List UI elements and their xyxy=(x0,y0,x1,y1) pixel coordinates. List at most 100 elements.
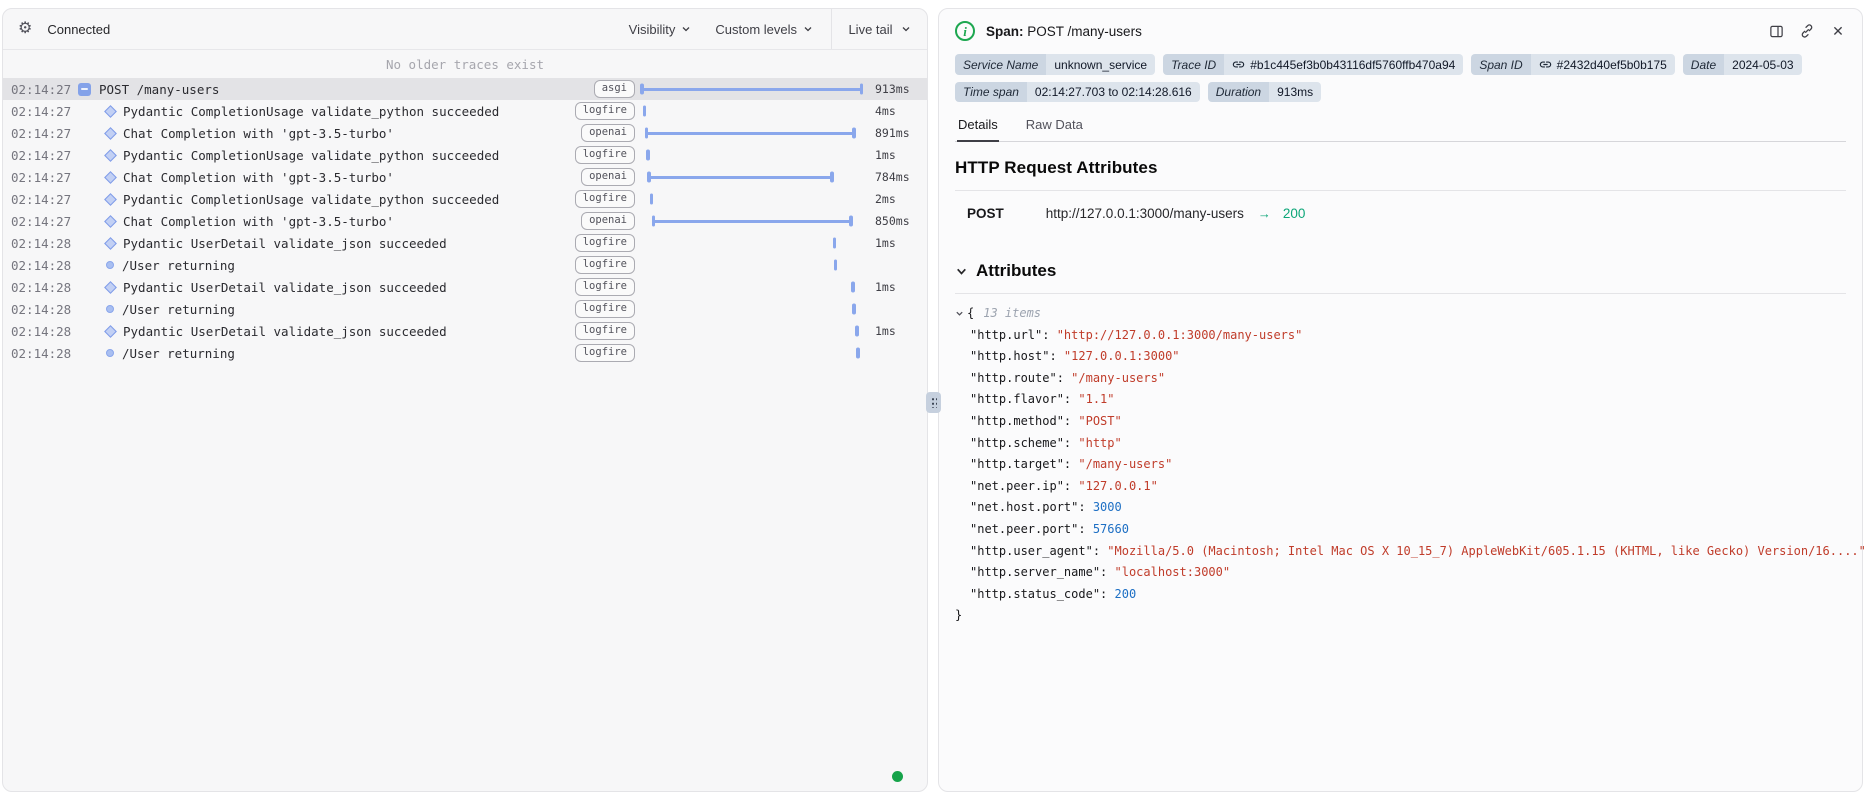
span-title-prefix: Span: xyxy=(986,24,1024,39)
collapse-minus-icon[interactable] xyxy=(78,83,91,96)
live-tail-dropdown[interactable]: Live tail xyxy=(831,9,927,49)
custom-levels-dropdown[interactable]: Custom levels xyxy=(715,22,813,37)
attribute-entry: "http.method": "POST" xyxy=(955,411,1846,433)
tab-details[interactable]: Details xyxy=(957,117,999,142)
row-duration: 1ms xyxy=(863,280,923,294)
duration-tick xyxy=(833,238,837,249)
attribute-entry: "net.peer.port": 57660 xyxy=(955,519,1846,541)
custom-levels-label: Custom levels xyxy=(715,22,797,37)
bar-start-tick xyxy=(652,216,656,227)
badge-value: #b1c445ef3b0b43116df5760ffb470a94 xyxy=(1224,54,1463,75)
row-timestamp: 02:14:28 xyxy=(3,258,65,273)
scope-tag: logfire xyxy=(575,190,635,207)
row-timestamp: 02:14:28 xyxy=(3,324,65,339)
copy-link-icon[interactable] xyxy=(1799,23,1815,39)
row-content: /User returning xyxy=(65,346,585,361)
attribute-entry: "http.flavor": "1.1" xyxy=(955,389,1846,411)
meta-badge: Service Name unknown_service xyxy=(955,54,1155,75)
trace-row[interactable]: 02:14:27Pydantic CompletionUsage validat… xyxy=(3,100,927,122)
trace-row[interactable]: 02:14:28/User returninglogfire xyxy=(3,342,927,364)
scope-tag: logfire xyxy=(575,256,635,273)
duration-bar xyxy=(647,176,833,179)
visibility-dropdown[interactable]: Visibility xyxy=(629,22,692,37)
duration-tick xyxy=(834,260,838,271)
duration-tick xyxy=(851,282,855,293)
span-diamond-icon xyxy=(104,127,117,140)
scope-tag: logfire xyxy=(575,102,635,119)
link-icon[interactable] xyxy=(1539,58,1552,71)
span-diamond-icon xyxy=(104,171,117,184)
tab-raw-data[interactable]: Raw Data xyxy=(1025,117,1084,141)
row-label: POST /many-users xyxy=(99,82,219,97)
attribute-entry: "http.server_name": "localhost:3000" xyxy=(955,562,1846,584)
duration-bar xyxy=(640,88,863,91)
attributes-json-tree: { 13 items "http.url": "http://127.0.0.1… xyxy=(955,303,1846,627)
row-duration: 913ms xyxy=(863,82,923,96)
row-content: Pydantic UserDetail validate_json succee… xyxy=(65,280,585,295)
trace-row[interactable]: 02:14:28Pydantic UserDetail validate_jso… xyxy=(3,276,927,298)
trace-row[interactable]: 02:14:27Chat Completion with 'gpt-3.5-tu… xyxy=(3,122,927,144)
row-label: Chat Completion with 'gpt-3.5-turbo' xyxy=(123,126,394,141)
trace-row[interactable]: 02:14:27Chat Completion with 'gpt-3.5-tu… xyxy=(3,210,927,232)
close-icon[interactable]: ✕ xyxy=(1830,23,1846,39)
attribute-value: 200 xyxy=(1115,587,1137,601)
duration-bar xyxy=(645,132,856,135)
badge-value-text: unknown_service xyxy=(1054,59,1147,71)
http-request-attributes-heading: HTTP Request Attributes xyxy=(955,158,1846,178)
attribute-key: "http.flavor": xyxy=(970,392,1078,406)
tree-collapse-chevron-icon[interactable] xyxy=(955,309,964,318)
span-timeline xyxy=(640,166,863,188)
collapse-chevron-icon[interactable] xyxy=(955,265,968,278)
trace-row[interactable]: 02:14:27Pydantic CompletionUsage validat… xyxy=(3,188,927,210)
trace-row[interactable]: 02:14:28Pydantic UserDetail validate_jso… xyxy=(3,320,927,342)
scope-tag: openai xyxy=(581,168,635,185)
span-timeline xyxy=(640,254,863,276)
attribute-value: 57660 xyxy=(1093,522,1129,536)
badge-value-text: #b1c445ef3b0b43116df5760ffb470a94 xyxy=(1250,59,1455,71)
attribute-entry: "http.user_agent": "Mozilla/5.0 (Macinto… xyxy=(955,541,1846,563)
trace-row[interactable]: 02:14:28Pydantic UserDetail validate_jso… xyxy=(3,232,927,254)
duration-tick xyxy=(856,348,860,359)
trace-row[interactable]: 02:14:27Chat Completion with 'gpt-3.5-tu… xyxy=(3,166,927,188)
live-indicator-dot xyxy=(892,771,903,782)
badge-label: Service Name xyxy=(955,54,1046,75)
trace-row[interactable]: 02:14:28/User returninglogfire xyxy=(3,298,927,320)
trace-row[interactable]: 02:14:27POST /many-usersasgi913ms xyxy=(3,78,927,100)
duration-tick xyxy=(646,150,650,161)
attribute-key: "http.method": xyxy=(970,414,1078,428)
trace-row[interactable]: 02:14:27Pydantic CompletionUsage validat… xyxy=(3,144,927,166)
row-label: Pydantic CompletionUsage validate_python… xyxy=(123,104,499,119)
badge-value: unknown_service xyxy=(1046,54,1155,75)
attribute-value: "127.0.0.1" xyxy=(1078,479,1157,493)
bar-end-tick xyxy=(849,216,853,227)
badge-value-text: #2432d40ef5b0b175 xyxy=(1557,59,1667,71)
badge-label: Time span xyxy=(955,82,1027,102)
bar-end-tick xyxy=(830,172,834,183)
span-diamond-icon xyxy=(104,193,117,206)
open-side-panel-icon[interactable] xyxy=(1768,23,1784,39)
panel-resize-handle[interactable] xyxy=(926,392,941,413)
row-content: Pydantic UserDetail validate_json succee… xyxy=(65,236,585,251)
row-duration: 891ms xyxy=(863,126,923,140)
link-icon[interactable] xyxy=(1232,58,1245,71)
span-timeline xyxy=(640,298,863,320)
meta-badge: Duration913ms xyxy=(1208,82,1321,102)
attribute-key: "net.host.port": xyxy=(970,500,1093,514)
span-timeline xyxy=(640,210,863,232)
row-content: Pydantic CompletionUsage validate_python… xyxy=(65,148,585,163)
close-brace: } xyxy=(955,605,1846,627)
row-duration: 1ms xyxy=(863,148,923,162)
attribute-value: "Mozilla/5.0 (Macintosh; Intel Mac OS X … xyxy=(1107,544,1865,558)
http-method: POST xyxy=(967,206,1004,221)
row-timestamp: 02:14:27 xyxy=(3,82,65,97)
trace-row[interactable]: 02:14:28/User returninglogfire xyxy=(3,254,927,276)
connection-status: Connected xyxy=(47,22,110,37)
live-tail-label: Live tail xyxy=(848,22,892,37)
log-circle-icon xyxy=(106,261,114,269)
span-diamond-icon xyxy=(104,149,117,162)
row-duration: 1ms xyxy=(863,324,923,338)
row-duration: 850ms xyxy=(863,214,923,228)
settings-gear-icon[interactable]: ⚙ xyxy=(18,21,32,37)
span-diamond-icon xyxy=(104,237,117,250)
scope-tag: openai xyxy=(581,212,635,229)
